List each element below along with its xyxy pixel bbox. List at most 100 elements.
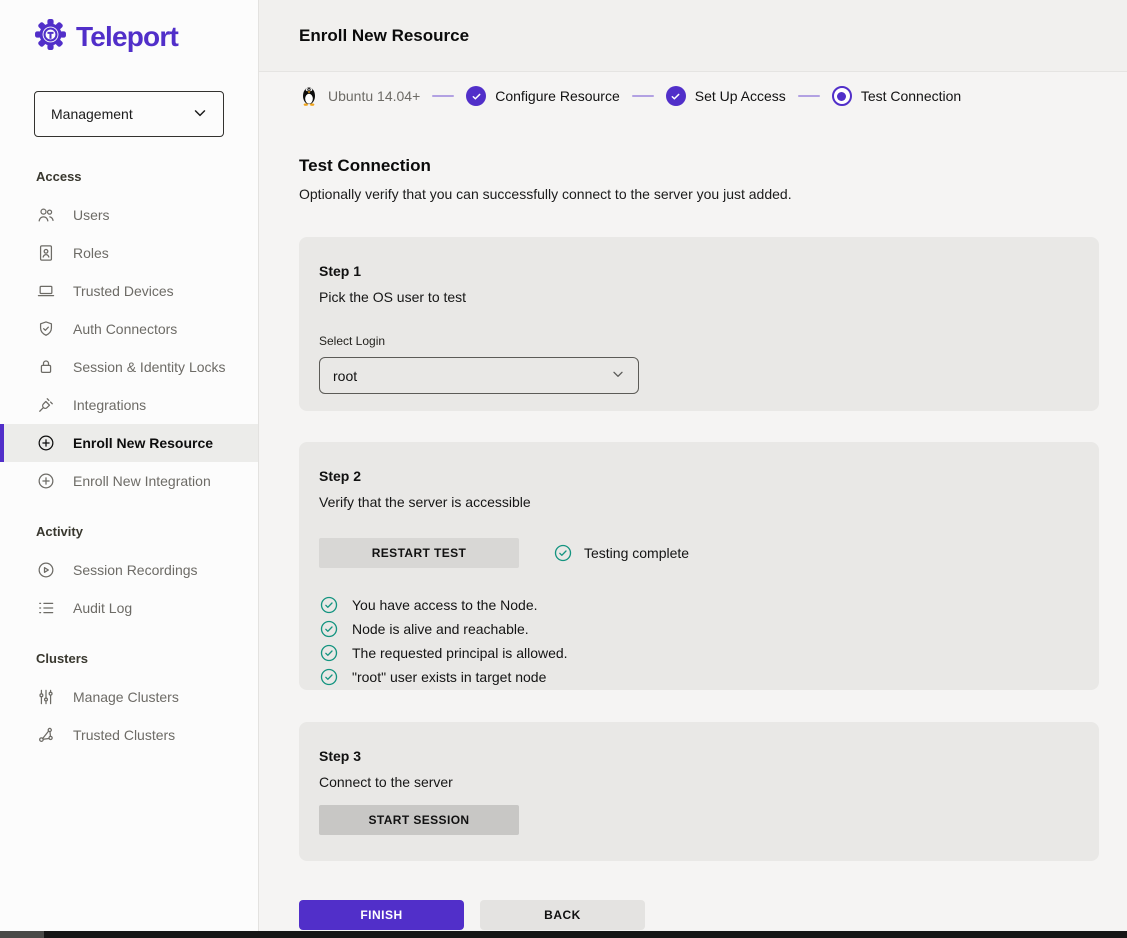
sidebar-item-enroll-new-integration[interactable]: Enroll New Integration — [0, 462, 258, 500]
sidebar-item-label: Auth Connectors — [73, 321, 177, 337]
chevron-down-icon — [610, 366, 626, 385]
management-menu-value: Management — [51, 106, 133, 122]
sidebar-item-audit-log[interactable]: Audit Log — [0, 589, 258, 627]
lock-icon — [36, 357, 56, 377]
test-result-item: Node is alive and reachable. — [319, 619, 1079, 639]
sidebar-item-auth-connectors[interactable]: Auth Connectors — [0, 310, 258, 348]
select-login-label: Select Login — [319, 334, 1079, 348]
main-panel: Enroll New Resource — [259, 0, 1127, 931]
plug-icon — [36, 395, 56, 415]
management-menu-select[interactable]: Management — [34, 91, 224, 137]
brand-name: Teleport — [76, 21, 178, 53]
sidebar-item-label: Integrations — [73, 397, 146, 413]
sidebar-item-label: Session Recordings — [73, 562, 198, 578]
success-check-icon — [319, 667, 339, 687]
content-area: Test Connection Optionally verify that y… — [259, 120, 1127, 930]
step-test-connection: Test Connection — [832, 86, 961, 106]
sidebar-item-label: Session & Identity Locks — [73, 359, 226, 375]
step1-title: Step 1 — [319, 263, 1079, 279]
step1-card: Step 1 Pick the OS user to test Select L… — [299, 237, 1099, 411]
step2-card: Step 2 Verify that the server is accessi… — [299, 442, 1099, 690]
main-header: Enroll New Resource — [259, 0, 1127, 72]
sidebar: Teleport Management Access Users — [0, 0, 259, 931]
sidebar-item-session-recordings[interactable]: Session Recordings — [0, 551, 258, 589]
stepper-connector — [632, 95, 654, 97]
stepper-connector — [798, 95, 820, 97]
sidebar-item-label: Audit Log — [73, 600, 132, 616]
test-status-label: Testing complete — [584, 545, 689, 561]
success-check-icon — [319, 595, 339, 615]
sidebar-item-label: Users — [73, 207, 110, 223]
sidebar-item-roles[interactable]: Roles — [0, 234, 258, 272]
step-configure-resource: Configure Resource — [466, 86, 620, 106]
sidebar-item-label: Trusted Clusters — [73, 727, 175, 743]
sidebar-item-integrations[interactable]: Integrations — [0, 386, 258, 424]
step2-description: Verify that the server is accessible — [319, 494, 1079, 510]
sidebar-item-label: Enroll New Resource — [73, 435, 213, 451]
step-label: Set Up Access — [695, 88, 786, 104]
sliders-icon — [36, 687, 56, 707]
list-icon — [36, 598, 56, 618]
step-label: Test Connection — [861, 88, 961, 104]
login-select[interactable]: root — [319, 357, 639, 394]
sidebar-item-enroll-new-resource[interactable]: Enroll New Resource — [0, 424, 258, 462]
step-set-up-access: Set Up Access — [666, 86, 786, 106]
back-button[interactable]: BACK — [480, 900, 645, 930]
sidebar-item-manage-clusters[interactable]: Manage Clusters — [0, 678, 258, 716]
window-bottom-edge — [0, 931, 1127, 938]
plus-circle-icon — [36, 433, 56, 453]
test-result-label: "root" user exists in target node — [352, 669, 546, 685]
start-session-button[interactable]: START SESSION — [319, 805, 519, 835]
sidebar-item-trusted-devices[interactable]: Trusted Devices — [0, 272, 258, 310]
users-icon — [36, 205, 56, 225]
finish-button[interactable]: FINISH — [299, 900, 464, 930]
section-subtitle: Optionally verify that you can successfu… — [299, 186, 1099, 202]
teleport-logo[interactable]: Teleport — [0, 0, 258, 56]
sidebar-item-label: Trusted Devices — [73, 283, 174, 299]
sidebar-section-clusters: Clusters Manage Clusters Trusted Cluster… — [0, 651, 258, 754]
sidebar-item-session-identity-locks[interactable]: Session & Identity Locks — [0, 348, 258, 386]
id-card-icon — [36, 243, 56, 263]
step3-card: Step 3 Connect to the server START SESSI… — [299, 722, 1099, 861]
play-circle-icon — [36, 560, 56, 580]
resource-chip: Ubuntu 14.04+ — [299, 83, 420, 110]
restart-test-button[interactable]: RESTART TEST — [319, 538, 519, 568]
step3-title: Step 3 — [319, 748, 1079, 764]
test-result-item: You have access to the Node. — [319, 595, 1079, 615]
wizard-actions: FINISH BACK — [299, 900, 1099, 930]
section-label-activity: Activity — [0, 524, 258, 539]
chevron-down-icon — [191, 104, 209, 125]
test-results-list: You have access to the Node. Node is ali… — [319, 595, 1079, 687]
enroll-stepper: Ubuntu 14.04+ Configure Resource Set Up … — [259, 72, 1127, 120]
current-step-icon — [832, 86, 852, 106]
sidebar-item-label: Manage Clusters — [73, 689, 179, 705]
section-label-access: Access — [0, 169, 258, 184]
sidebar-item-users[interactable]: Users — [0, 196, 258, 234]
linux-penguin-icon — [299, 83, 319, 110]
success-check-icon — [319, 643, 339, 663]
success-check-icon — [553, 543, 573, 563]
step3-description: Connect to the server — [319, 774, 1079, 790]
success-check-icon — [319, 619, 339, 639]
network-icon — [36, 725, 56, 745]
sidebar-item-trusted-clusters[interactable]: Trusted Clusters — [0, 716, 258, 754]
resource-label: Ubuntu 14.04+ — [328, 88, 420, 104]
sidebar-item-label: Enroll New Integration — [73, 473, 211, 489]
check-circle-icon — [666, 86, 686, 106]
sidebar-section-access: Access Users Roles — [0, 169, 258, 500]
test-result-label: The requested principal is allowed. — [352, 645, 568, 661]
section-title: Test Connection — [299, 156, 1099, 176]
step1-description: Pick the OS user to test — [319, 289, 1079, 305]
plus-circle-icon — [36, 471, 56, 491]
check-circle-icon — [466, 86, 486, 106]
step2-title: Step 2 — [319, 468, 1079, 484]
test-result-item: "root" user exists in target node — [319, 667, 1079, 687]
page-title: Enroll New Resource — [299, 26, 469, 46]
test-result-item: The requested principal is allowed. — [319, 643, 1079, 663]
test-result-label: Node is alive and reachable. — [352, 621, 529, 637]
section-label-clusters: Clusters — [0, 651, 258, 666]
laptop-icon — [36, 281, 56, 301]
shield-check-icon — [36, 319, 56, 339]
login-select-value: root — [333, 368, 357, 384]
teleport-gear-icon — [34, 18, 67, 56]
